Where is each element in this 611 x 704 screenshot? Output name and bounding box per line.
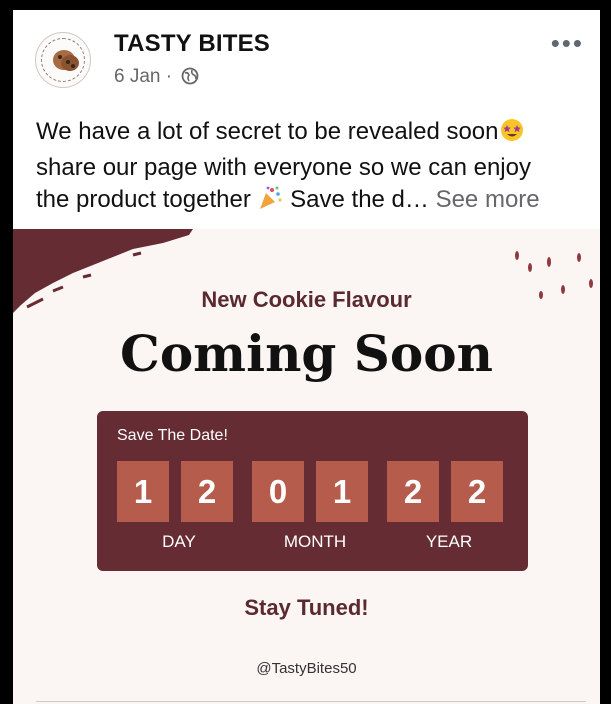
post-text-line3: the product together	[36, 186, 258, 213]
decor-dot	[547, 257, 551, 267]
star-struck-emoji	[499, 117, 525, 152]
post-date[interactable]: 6 Jan	[114, 66, 160, 87]
post-image[interactable]: New Cookie Flavour Coming Soon Save The …	[13, 229, 600, 704]
date-digit: 0	[252, 461, 304, 522]
post-card: TASTY BITES 6 Jan · ••• We have a lot of…	[13, 10, 600, 704]
page-name[interactable]: TASTY BITES	[114, 30, 270, 58]
divider	[36, 701, 586, 702]
page-avatar[interactable]	[35, 32, 91, 88]
stay-tuned-text: Stay Tuned!	[244, 595, 369, 620]
chocolate-chip	[71, 64, 75, 68]
cookie-icon-secondary	[61, 55, 79, 71]
save-the-date-box: Save The Date! 1 2 0 1 2 2 DAY MONTH YEA…	[97, 411, 528, 571]
date-digit: 2	[181, 461, 233, 522]
decor-dot	[515, 251, 519, 260]
graphic-subtitle: New Cookie Flavour	[201, 287, 412, 312]
post-meta: 6 Jan ·	[114, 66, 199, 91]
chocolate-chip	[66, 60, 70, 64]
chocolate-chip	[58, 55, 62, 59]
decor-dot	[528, 263, 532, 272]
month-label: MONTH	[283, 532, 347, 551]
see-more-link[interactable]: See more	[436, 186, 540, 213]
post-text-line2: share our page with everyone so we can e…	[36, 154, 531, 181]
meta-separator: ·	[165, 66, 173, 87]
date-digit: 2	[451, 461, 503, 522]
day-label: DAY	[162, 532, 196, 551]
year-label: YEAR	[425, 532, 473, 551]
post-text: We have a lot of secret to be revealed s…	[36, 116, 586, 220]
post-text-line1: We have a lot of secret to be revealed s…	[36, 118, 499, 145]
graphic-title: Coming Soon	[120, 324, 493, 383]
save-the-date-label: Save The Date!	[117, 427, 228, 444]
post-text-line3b: Save the d…	[283, 186, 429, 213]
date-digit: 1	[316, 461, 368, 522]
date-digit: 2	[387, 461, 439, 522]
decor-dot	[577, 253, 581, 262]
more-options-button[interactable]: •••	[551, 28, 584, 59]
globe-icon	[181, 67, 199, 91]
instagram-handle: @TastyBites50	[256, 660, 357, 677]
party-popper-emoji	[257, 185, 283, 220]
date-digit: 1	[117, 461, 169, 522]
